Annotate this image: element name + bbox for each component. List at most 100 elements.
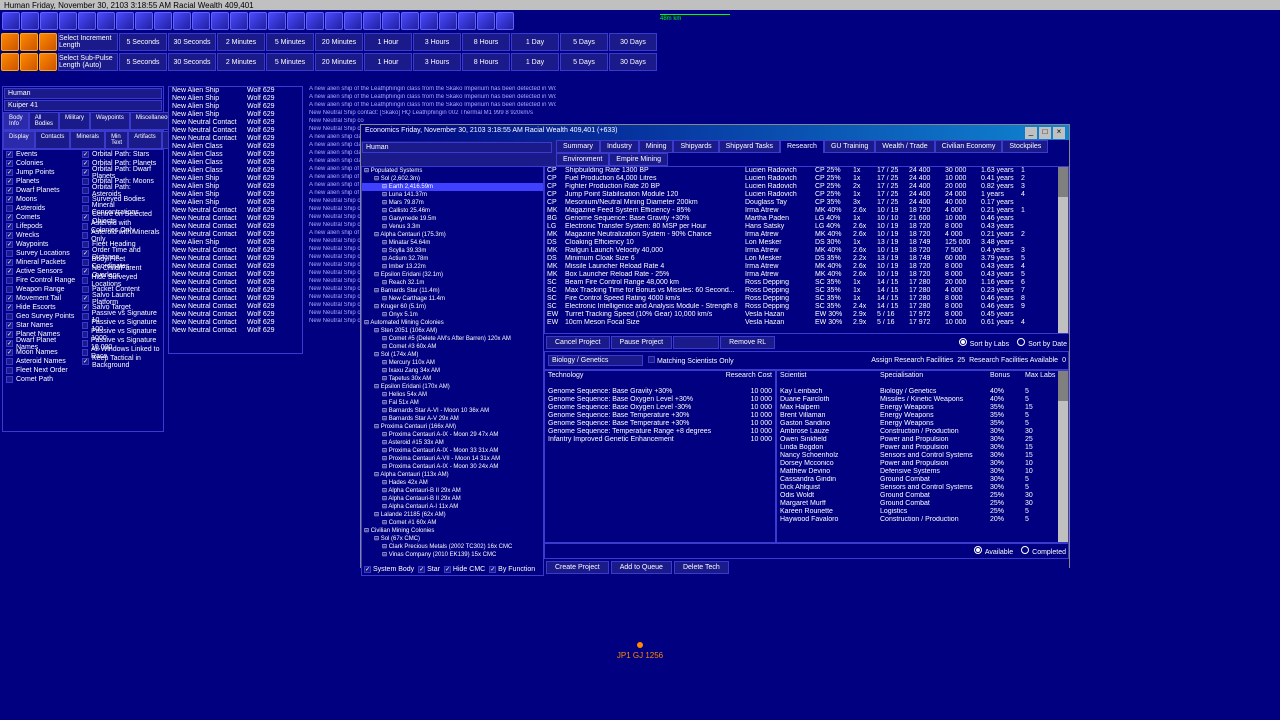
toolbar-icon-17[interactable] [325, 12, 343, 30]
time-button[interactable]: 2 Minutes [217, 53, 265, 71]
scientist-row[interactable]: Odis WoldtGround Combat25%30 [777, 492, 1068, 500]
tree-item[interactable]: ⊟ Asteroid #15 33x AM [362, 439, 543, 447]
filter-row[interactable]: Dwarf Planet Names [3, 339, 79, 348]
tree-item[interactable]: ⊟ Helios 54x AM [362, 391, 543, 399]
filter-row[interactable]: Hide Surveyed Locations [79, 276, 163, 285]
research-row[interactable]: CPFighter Production Rate 20 BPLucien Ra… [545, 183, 1068, 191]
display-tab[interactable]: Minerals [70, 131, 105, 149]
econ-tab[interactable]: Civilian Economy [935, 140, 1003, 153]
time-button[interactable]: 1 Hour [364, 33, 412, 51]
maximize-button[interactable]: □ [1039, 127, 1051, 139]
event-row[interactable]: New Neutral ContactWolf 629 [169, 279, 302, 287]
display-tab[interactable]: Artifacts [128, 131, 162, 149]
tree-item[interactable]: ⊟ Ixaxu Zang 34x AM [362, 367, 543, 375]
tree-item[interactable]: ⊟ Vinas Company (2010 EK139) 15x CMC [362, 551, 543, 559]
econ-tab[interactable]: Shipyards [673, 140, 718, 153]
close-button[interactable]: × [1053, 127, 1065, 139]
scientist-row[interactable]: Brent VillamanEnergy Weapons35%5 [777, 412, 1068, 420]
tree-item[interactable]: ⊟ Sten 2051 (106x AM) [362, 327, 543, 335]
time-button[interactable]: 1 Day [511, 33, 559, 51]
event-row[interactable]: New Neutral ContactWolf 629 [169, 231, 302, 239]
filter-row[interactable]: Hide Escorts [3, 303, 79, 312]
toolbar-icon-1[interactable] [21, 12, 39, 30]
tech-row[interactable]: Genome Sequence: Base Temperature +30%10… [545, 420, 775, 428]
tree-item[interactable]: ⊟ Lalande 21185 (62x AM) [362, 511, 543, 519]
tree-item[interactable]: ⊟ Luna 141.37m [362, 191, 543, 199]
scrollbar[interactable] [1058, 371, 1068, 542]
tech-row[interactable]: Genome Sequence: Base Oxygen Level +30%1… [545, 396, 775, 404]
tree-item[interactable]: ⊟ Onyx 5.1m [362, 311, 543, 319]
toolbar-icon-9[interactable] [173, 12, 191, 30]
action-button[interactable]: Add to Queue [611, 561, 672, 574]
filter-row[interactable]: Keep Tactical in Background [79, 357, 163, 366]
event-row[interactable]: New Alien ShipWolf 629 [169, 183, 302, 191]
event-row[interactable]: New Alien ShipWolf 629 [169, 95, 302, 103]
time-button[interactable]: 8 Hours [462, 33, 510, 51]
display-tab[interactable]: Contacts [35, 131, 71, 149]
race-dropdown[interactable]: Human [4, 88, 162, 99]
research-field-dropdown[interactable]: Biology / Genetics [548, 355, 643, 366]
event-row[interactable]: New Neutral ContactWolf 629 [169, 303, 302, 311]
scientist-row[interactable]: Max HalpernEnergy Weapons35%15 [777, 404, 1068, 412]
filter-row[interactable]: Orbital Path: Dwarf Planets [79, 168, 163, 177]
econ-tab[interactable]: Wealth / Trade [875, 140, 934, 153]
toolbar-icon-10[interactable] [192, 12, 210, 30]
tree-item[interactable]: ⊟ Sol (67x CMC) [362, 535, 543, 543]
tree-item[interactable]: ⊟ Proxima Centauri A-VII - Moon 14 31x A… [362, 455, 543, 463]
scientist-row[interactable]: Kareen RounetteLogistics25%5 [777, 508, 1068, 516]
display-tab[interactable]: Body Info [3, 112, 29, 130]
toolbar-icon-24[interactable] [458, 12, 476, 30]
scientist-row[interactable]: Haywood FavaloroConstruction / Productio… [777, 516, 1068, 524]
filter-row[interactable]: Orbital Path: Asteroids [79, 186, 163, 195]
tree-item[interactable]: ⊟ Callisto 25.46m [362, 207, 543, 215]
scientist-row[interactable]: Duane FairclothMissiles / Kinetic Weapon… [777, 396, 1068, 404]
filter-row[interactable]: Salvo Launch Platform [79, 294, 163, 303]
tree-item[interactable]: ⊟ Ganymede 19.5m [362, 215, 543, 223]
toolbar-icon-0[interactable] [2, 12, 20, 30]
filter-row[interactable]: Events [3, 150, 79, 159]
display-tab[interactable]: Waypoints [90, 112, 130, 130]
event-row[interactable]: New Alien ShipWolf 629 [169, 87, 302, 95]
colony-tree[interactable]: ⊟ Populated Systems⊟ Sol (2,602.3m)⊟ Ear… [361, 166, 544, 576]
filter-row[interactable]: Geo Survey Points [3, 312, 79, 321]
research-row[interactable]: LGElectronic Transfer System: 80 MSP per… [545, 223, 1068, 231]
filter-row[interactable]: Asteroid with Minerals Only [79, 231, 163, 240]
tech-row[interactable]: Genome Sequence: Temperature Range +8 de… [545, 428, 775, 436]
event-row[interactable]: New Neutral ContactWolf 629 [169, 255, 302, 263]
tree-item[interactable]: ⊟ Comet #1 60x AM [362, 519, 543, 527]
toolbar-icon-6[interactable] [116, 12, 134, 30]
time-button[interactable]: 5 Minutes [266, 33, 314, 51]
econ-tab[interactable]: Environment [556, 153, 609, 166]
event-row[interactable]: New Neutral ContactWolf 629 [169, 119, 302, 127]
event-row[interactable]: New Alien ShipWolf 629 [169, 175, 302, 183]
tech-row[interactable]: Genome Sequence: Base Temperature +30%10… [545, 412, 775, 420]
display-tab[interactable]: Min Text [105, 131, 128, 149]
tree-item[interactable]: ⊟ Hades 42x AM [362, 479, 543, 487]
event-row[interactable]: New Neutral ContactWolf 629 [169, 223, 302, 231]
scientist-list[interactable]: ScientistSpecialisationBonusMax Labs Kay… [776, 370, 1069, 543]
event-list[interactable]: New Alien ShipWolf 629New Alien ShipWolf… [168, 86, 303, 354]
display-tab[interactable]: Display [3, 131, 35, 149]
matching-checkbox[interactable]: Matching Scientists Only [648, 356, 734, 365]
filter-row[interactable]: Asteroids [3, 204, 79, 213]
event-row[interactable]: New Alien ClassWolf 629 [169, 143, 302, 151]
time-button[interactable]: 30 Days [609, 33, 657, 51]
toolbar-icon-18[interactable] [344, 12, 362, 30]
filter-row[interactable]: Moons [3, 195, 79, 204]
tree-item[interactable]: ⊟ Mars 79.87m [362, 199, 543, 207]
minimize-button[interactable]: _ [1025, 127, 1037, 139]
toolbar-icon-15[interactable] [287, 12, 305, 30]
event-row[interactable]: New Neutral ContactWolf 629 [169, 319, 302, 327]
tree-filter[interactable]: Hide CMC [444, 566, 485, 573]
tree-item[interactable]: ⊟ Scylla 39.33m [362, 247, 543, 255]
completed-radio[interactable]: Completed [1021, 546, 1066, 556]
research-row[interactable]: CPMesonium/Neutral Mining Diameter 200km… [545, 199, 1068, 207]
event-row[interactable]: New Neutral ContactWolf 629 [169, 215, 302, 223]
filter-row[interactable]: Planets [3, 177, 79, 186]
toolbar-icon-12[interactable] [230, 12, 248, 30]
econ-tab[interactable]: Summary [556, 140, 600, 153]
tree-item[interactable]: ⊟ Epsilon Eridani (32.1m) [362, 271, 543, 279]
tree-item[interactable]: ⊟ Comet #3 60x AM [362, 343, 543, 351]
event-row[interactable]: New Neutral ContactWolf 629 [169, 247, 302, 255]
tree-item[interactable]: ⊟ Sol (174x AM) [362, 351, 543, 359]
